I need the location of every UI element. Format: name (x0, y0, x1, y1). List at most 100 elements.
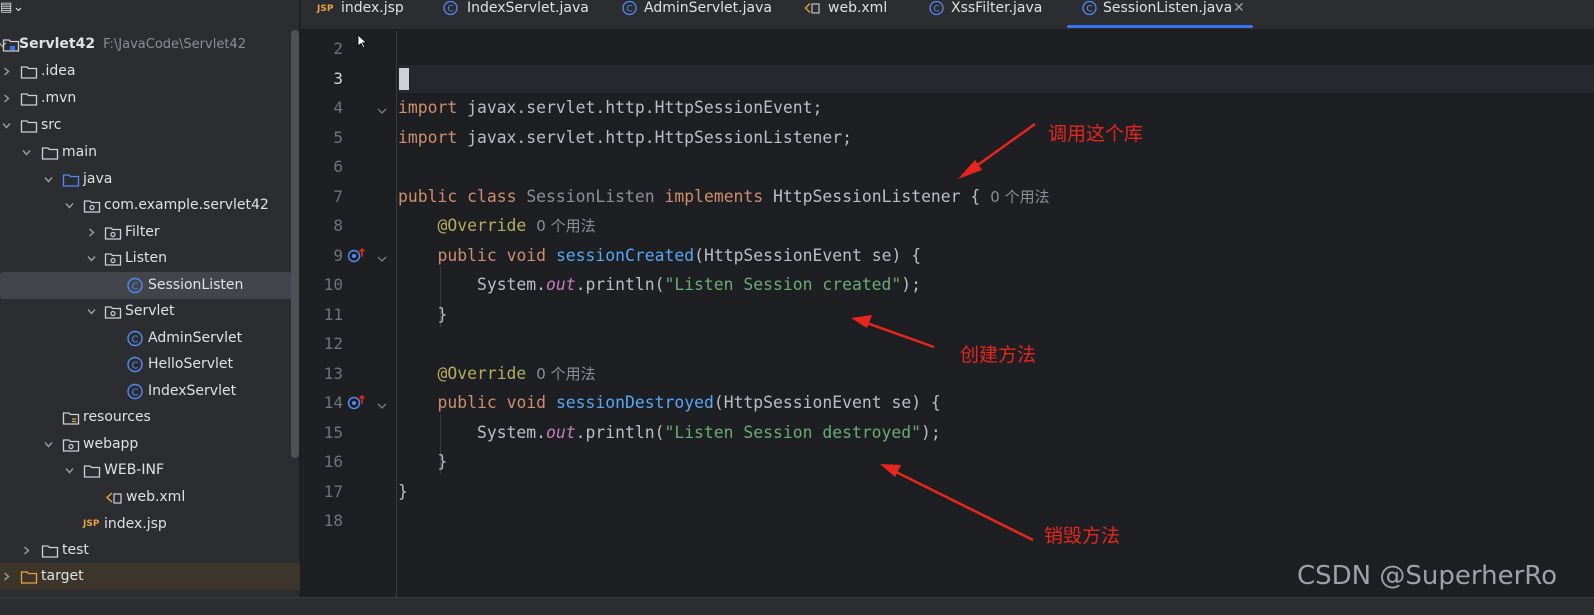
tree-item-target[interactable]: target (0, 563, 300, 590)
tab-label: index.jsp (341, 0, 404, 16)
package-icon (104, 224, 122, 241)
package-icon (104, 303, 122, 320)
svg-text:C: C (132, 335, 139, 346)
chevron-right-icon[interactable] (87, 228, 96, 237)
implements-method-icon[interactable] (347, 247, 369, 263)
annotation-library: 调用这个库 (1048, 123, 1144, 145)
class-icon: C (621, 0, 638, 20)
class-icon: C (126, 356, 144, 373)
chevron-right-icon[interactable] (2, 67, 11, 76)
tree-item-label: webapp (83, 436, 139, 452)
chevron-down-icon[interactable] (44, 175, 53, 184)
annotation-destroy: 销毁方法 (1044, 525, 1121, 547)
tab-index-jsp[interactable]: JSP index.jsp (317, 0, 427, 30)
usage-hint[interactable]: 0 个用法 (536, 365, 595, 383)
project-tool-window: ▤ ⌄ Servlet42 F:\JavaCode\Servlet42 .idea… (0, 0, 300, 615)
tree-item-label: main (62, 144, 97, 160)
class-icon: C (126, 383, 144, 400)
tree-item-mvn[interactable]: .mvn (0, 85, 292, 112)
package-icon (104, 250, 122, 267)
chevron-down-icon[interactable]: ⌄ (13, 0, 24, 15)
editor-tab-bar: JSP index.jsp C IndexServlet.java C Admi… (301, 0, 1594, 30)
tree-item-label: com.example.servlet42 (104, 197, 269, 213)
line-number: 14 (323, 393, 343, 412)
tree-item-resources[interactable]: resources (0, 404, 292, 431)
tree-item-adminservlet[interactable]: C AdminServlet (0, 325, 292, 352)
project-path: F:\JavaCode\Servlet42 (103, 37, 246, 52)
tree-item-webxml[interactable]: web.xml (0, 484, 292, 511)
tree-item-webapp[interactable]: webapp (0, 431, 292, 458)
tab-label: XssFilter.java (951, 0, 1043, 16)
tree-item-label: AdminServlet (148, 330, 243, 346)
chevron-down-icon[interactable] (44, 440, 53, 449)
tree-item-servlet[interactable]: Servlet (0, 298, 292, 325)
tree-item-label: Listen (125, 250, 167, 266)
line-number: 6 (333, 157, 343, 176)
tree-item-src[interactable]: src (0, 112, 292, 139)
tree-item-root[interactable]: Servlet42 F:\JavaCode\Servlet42 (0, 31, 292, 58)
fold-chevron-icon[interactable] (376, 250, 388, 262)
tree-scrollbar[interactable] (291, 30, 299, 458)
tab-xssfilter[interactable]: C XssFilter.java (928, 0, 1048, 30)
tab-indexservlet[interactable]: C IndexServlet.java (442, 0, 589, 30)
code-line: System.out.println("Listen Session destr… (476, 423, 941, 442)
tree-item-listen[interactable]: Listen (0, 245, 292, 272)
tree-item-indexservlet[interactable]: C IndexServlet (0, 378, 292, 405)
source-folder-icon (62, 171, 80, 188)
tool-window-icon[interactable]: ▤ (0, 0, 12, 15)
chevron-down-icon[interactable] (65, 201, 74, 210)
text-caret (399, 68, 409, 90)
tree-item-webinf[interactable]: WEB-INF (0, 457, 292, 484)
code-editor[interactable]: 2 3 4 5 6 7 8 9 10 11 12 13 14 15 16 17 … (301, 31, 1594, 597)
fold-chevron-icon[interactable] (376, 397, 388, 409)
line-number: 13 (323, 364, 343, 383)
implements-method-icon[interactable] (347, 394, 369, 410)
tree-item-label: IndexServlet (148, 383, 237, 399)
chevron-right-icon[interactable] (2, 94, 11, 103)
class-icon: C (1081, 0, 1098, 20)
package-icon (83, 197, 101, 214)
tree-item-idea[interactable]: .idea (0, 58, 292, 85)
chevron-right-icon[interactable] (22, 546, 31, 555)
fold-chevron-icon[interactable] (376, 102, 388, 114)
tree-item-label: HelloServlet (148, 356, 234, 372)
folder-icon (20, 117, 38, 134)
tree-item-label: src (41, 117, 62, 133)
tree-item-sessionlisten[interactable]: C SessionListen (0, 272, 292, 299)
tree-item-main[interactable]: main (0, 139, 292, 166)
tab-label: web.xml (828, 0, 888, 16)
tab-adminservlet[interactable]: C AdminServlet.java (621, 0, 772, 30)
code-line: System.out.println("Listen Session creat… (476, 275, 922, 294)
line-number: 2 (333, 39, 343, 58)
code-line: @Override 0 个用法 (437, 216, 596, 235)
chevron-down-icon[interactable] (22, 148, 31, 157)
tree-item-label: test (62, 542, 89, 558)
tree-item-label: .idea (41, 63, 76, 79)
tree-item-filter[interactable]: Filter (0, 219, 292, 246)
tab-web-xml[interactable]: web.xml (804, 0, 894, 30)
usage-hint[interactable]: 0 个用法 (990, 188, 1049, 206)
tree-item-java[interactable]: java (0, 166, 292, 193)
chevron-down-icon[interactable] (87, 254, 96, 263)
tree-item-package[interactable]: com.example.servlet42 (0, 192, 292, 219)
usage-hint[interactable]: 0 个用法 (536, 217, 595, 235)
editor-gutter: 2 3 4 5 6 7 8 9 10 11 12 13 14 15 16 17 … (301, 31, 397, 597)
line-number: 16 (323, 452, 343, 471)
web-folder-icon (62, 436, 80, 453)
chevron-down-icon[interactable] (65, 466, 74, 475)
chevron-down-icon[interactable] (87, 307, 96, 316)
tab-sessionlisten[interactable]: C SessionListen.java ✕ (1067, 0, 1253, 30)
tree-item-helloservlet[interactable]: C HelloServlet (0, 351, 292, 378)
code-line: } (437, 452, 448, 471)
xml-file-icon (105, 489, 123, 506)
tree-item-test[interactable]: test (0, 537, 292, 564)
tree-item-label: Filter (125, 224, 160, 240)
chevron-right-icon[interactable] (2, 572, 11, 581)
line-number: 3 (333, 69, 343, 88)
tree-item-label: .mvn (41, 90, 77, 106)
tree-item-indexjsp[interactable]: JSP index.jsp (0, 511, 292, 538)
resources-folder-icon (62, 409, 80, 426)
close-icon[interactable]: ✕ (1233, 0, 1245, 16)
tree-item-label: resources (83, 409, 151, 425)
chevron-down-icon[interactable] (2, 121, 11, 130)
